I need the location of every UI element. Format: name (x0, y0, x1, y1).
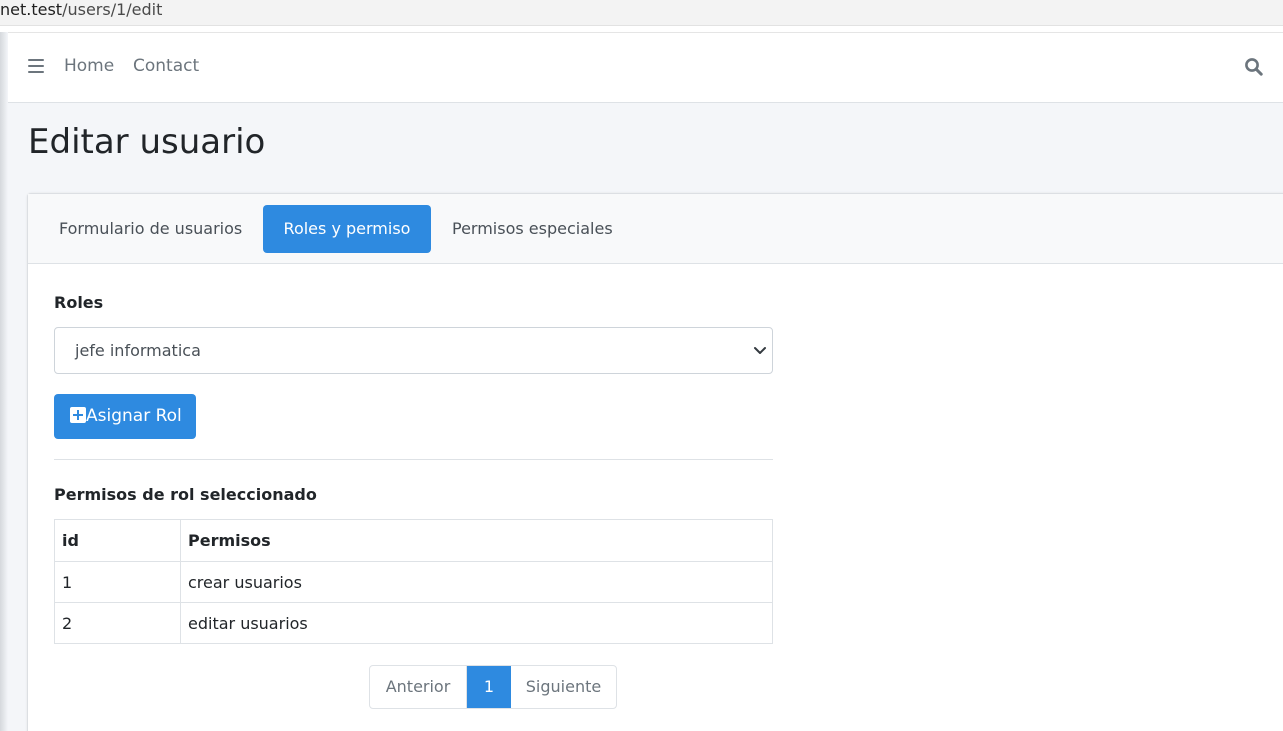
assign-role-label: Asignar Rol (86, 406, 182, 426)
permissions-title: Permisos de rol seleccionado (54, 485, 317, 504)
column-header-permisos: Permisos (180, 519, 773, 562)
cell-id: 2 (54, 602, 181, 644)
user-edit-card: Formulario de usuarios Roles y permiso P… (27, 193, 1283, 731)
cell-id: 1 (54, 561, 181, 603)
tab-user-form[interactable]: Formulario de usuarios (48, 205, 248, 253)
sidebar-shadow (0, 32, 8, 731)
assign-role-button[interactable]: Asignar Rol (54, 394, 196, 439)
menu-toggle-icon[interactable] (28, 59, 44, 73)
column-header-id: id (54, 519, 181, 562)
roles-label: Roles (54, 293, 104, 312)
cell-permission: crear usuarios (180, 561, 773, 603)
pagination-prev-button[interactable]: Anterior (370, 666, 467, 708)
cell-permission: editar usuarios (180, 602, 773, 644)
top-navbar: Home Contact (8, 32, 1283, 103)
roles-select-value: jefe informatica (75, 341, 201, 360)
section-divider (54, 459, 773, 460)
tab-roles-permissions[interactable]: Roles y permiso (263, 205, 431, 253)
nav-link-contact[interactable]: Contact (133, 55, 199, 77)
url-text[interactable]: net.test/users/1/edit (0, 0, 162, 20)
permissions-table: id Permisos 1 crear usuarios 2 editar us… (54, 519, 773, 644)
table-header-row: id Permisos (54, 519, 773, 562)
pagination: Anterior 1 Siguiente (369, 665, 617, 709)
tab-special-permissions[interactable]: Permisos especiales (440, 205, 620, 253)
url-path: /users/1/edit (62, 0, 163, 19)
roles-select[interactable]: jefe informatica (54, 327, 773, 374)
plus-square-icon (70, 407, 86, 423)
nav-link-home[interactable]: Home (64, 55, 114, 77)
pagination-page-1[interactable]: 1 (467, 666, 511, 708)
pagination-next-button[interactable]: Siguiente (511, 666, 616, 708)
table-row: 2 editar usuarios (54, 602, 773, 644)
browser-address-bar[interactable]: net.test/users/1/edit (0, 0, 1283, 26)
table-row: 1 crear usuarios (54, 561, 773, 603)
tab-bar: Formulario de usuarios Roles y permiso P… (28, 194, 1283, 264)
url-host: net.test (0, 0, 63, 19)
page-title: Editar usuario (28, 122, 266, 162)
search-icon[interactable] (1244, 57, 1264, 77)
chevron-down-icon (754, 347, 766, 354)
